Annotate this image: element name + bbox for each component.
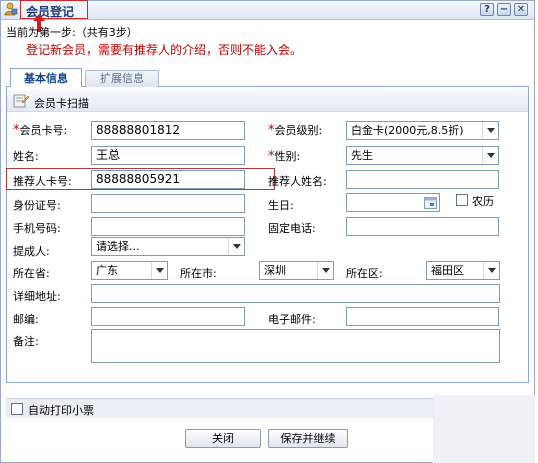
province-select[interactable]: 广东 (91, 261, 168, 280)
auto-print-label: 自动打印小票 (28, 404, 94, 417)
level-select-value: 白金卡(2000元,8.5折) (351, 124, 464, 137)
gender-select[interactable]: 先生 (346, 146, 499, 165)
intro-message: 登记新会员，需要有推荐人的介绍，否则不能入会。 (26, 43, 303, 57)
address-label: 详细地址: (13, 290, 61, 303)
referrer-card-label: 推荐人卡号: (13, 175, 72, 188)
card-no-label: *会员卡号: (13, 122, 67, 138)
chevron-down-icon[interactable] (482, 147, 498, 164)
proposer-label: 提成人: (13, 245, 50, 258)
district-label: 所在区: (346, 267, 383, 280)
chevron-down-icon[interactable] (317, 262, 333, 279)
district-select[interactable]: 福田区 (426, 261, 500, 280)
postcode-label: 邮编: (13, 313, 39, 326)
province-label: 所在省: (13, 267, 50, 280)
chevron-down-icon[interactable] (151, 262, 167, 279)
save-continue-button[interactable]: 保存并继续 (268, 429, 348, 448)
mobile-label: 手机号码: (13, 222, 61, 235)
level-label-text: 会员级别: (274, 124, 323, 137)
close-button[interactable]: 关闭 (185, 429, 261, 448)
proposer-select[interactable]: 请选择... (91, 237, 245, 256)
scan-card-button[interactable]: 会员卡扫描 (34, 95, 89, 111)
step-indicator: 当前为第一步:（共有3步） (6, 26, 138, 39)
card-no-input[interactable]: 88888801812 (91, 121, 245, 140)
chevron-down-icon[interactable] (482, 122, 498, 139)
birthday-label: 生日: (268, 199, 294, 212)
district-select-value: 福田区 (431, 264, 464, 277)
gender-select-value: 先生 (351, 149, 373, 162)
chevron-down-icon[interactable] (228, 238, 244, 255)
name-label: 姓名: (13, 150, 39, 163)
city-select-value: 深圳 (264, 264, 286, 277)
help-button[interactable]: ? (480, 3, 494, 16)
gender-label: *性别: (268, 148, 300, 164)
proposer-select-value: 请选择... (96, 240, 140, 253)
phone-input[interactable] (346, 217, 499, 236)
referrer-name-label: 推荐人姓名: (268, 175, 327, 188)
referrer-card-input[interactable]: 88888805921 (91, 170, 245, 189)
province-select-value: 广东 (96, 264, 118, 277)
referrer-name-input[interactable] (346, 170, 499, 189)
card-no-label-text: 会员卡号: (19, 124, 68, 137)
user-icon (4, 2, 18, 16)
calendar-icon[interactable] (424, 196, 437, 209)
lunar-checkbox[interactable] (456, 194, 468, 206)
card-scan-icon[interactable] (13, 94, 29, 108)
city-select[interactable]: 深圳 (259, 261, 334, 280)
footer-gray-area (433, 395, 535, 463)
chevron-down-icon[interactable] (483, 262, 499, 279)
id-no-input[interactable] (91, 194, 245, 213)
gender-label-text: 性别: (274, 150, 301, 163)
city-label: 所在市: (180, 267, 217, 280)
email-input[interactable] (346, 307, 499, 326)
id-no-label: 身份证号: (13, 199, 61, 212)
auto-print-checkbox[interactable] (11, 403, 23, 415)
level-label: *会员级别: (268, 122, 322, 138)
tab-basic-info[interactable]: 基本信息 (10, 68, 82, 88)
name-input[interactable]: 王总 (91, 146, 245, 165)
phone-label: 固定电话: (268, 222, 316, 235)
address-input[interactable] (91, 284, 500, 303)
level-select[interactable]: 白金卡(2000元,8.5折) (346, 121, 499, 140)
postcode-input[interactable] (91, 307, 245, 326)
remark-textarea[interactable] (91, 329, 500, 363)
lunar-label: 农历 (472, 195, 494, 208)
minimize-button[interactable]: − (497, 3, 511, 16)
mobile-input[interactable] (91, 217, 245, 236)
email-label: 电子邮件: (268, 313, 316, 326)
remark-label: 备注: (13, 335, 39, 348)
close-window-button[interactable]: ✕ (514, 3, 528, 16)
tab-extended-info[interactable]: 扩展信息 (85, 70, 159, 87)
